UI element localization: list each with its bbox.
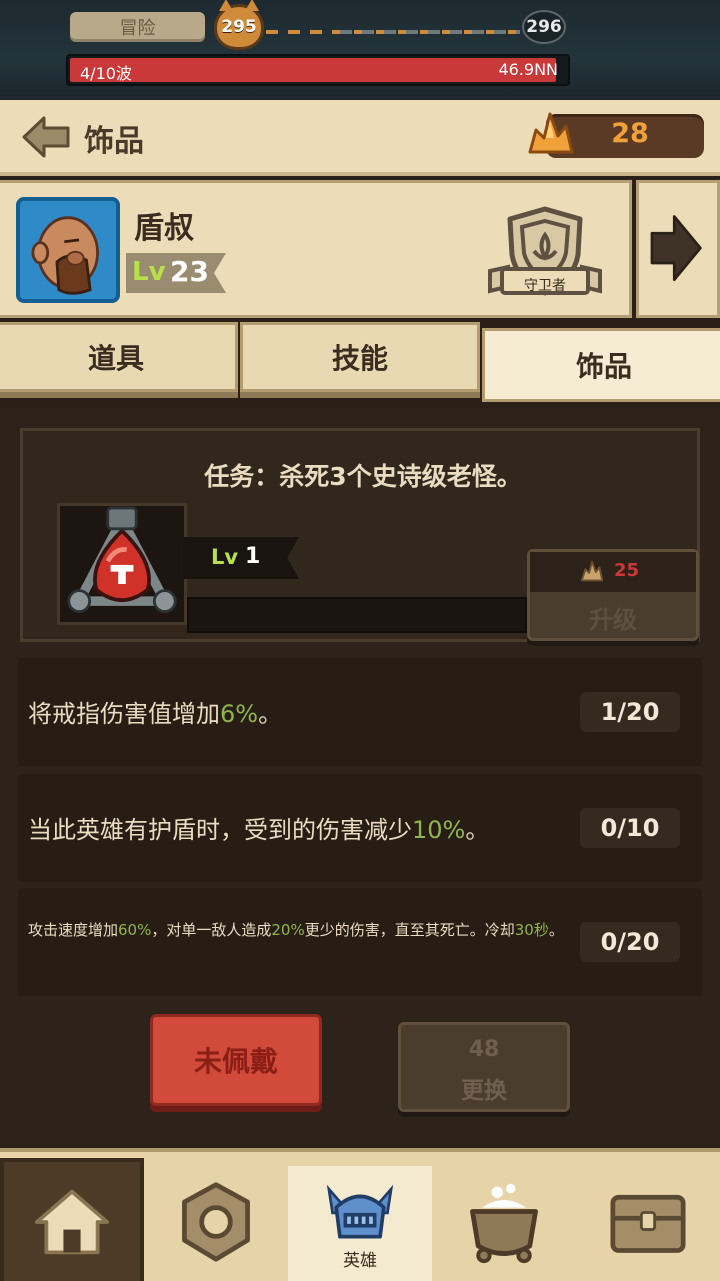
nav-hero-label: 英雄 [343,1251,377,1271]
top-hud: 冒险 295 296 4/10波 46.9NN [0,0,720,100]
perk-count: 1/20 [580,692,680,732]
next-stage-badge: 296 [522,10,566,44]
mission-panel: 任务：杀死3个史诗级老怪。 Lv 1 25 升级 [20,428,700,642]
nav-hero[interactable]: 英雄 [288,1166,432,1281]
mode-tab-adventure[interactable]: 冒险 [70,12,205,42]
bottom-nav: 英雄 [0,1148,720,1281]
perk-count: 0/10 [580,808,680,848]
perk-row: 将戒指伤害值增加6%。 1/20 [18,658,702,766]
perk-text-mid-2: 更少的伤害，直至其死亡。冷却 [304,921,515,939]
trinket-level-label: Lv [211,545,239,569]
perk-text-end: 。 [465,816,490,844]
crystal-count: 28 [611,118,649,149]
perk-description: 当此英雄有护盾时，受到的伤害减少10%。 [28,810,489,845]
tab-skills[interactable]: 技能 [240,322,480,392]
tab-skills-label: 技能 [331,342,388,375]
nav-chest[interactable] [576,1158,720,1281]
upgrade-label: 升级 [589,606,637,634]
change-button[interactable]: 48 更换 [398,1022,570,1112]
enemy-hp-text: 46.9NN [498,60,558,79]
change-label: 更换 [461,1078,507,1104]
next-stage-number: 296 [526,17,562,37]
perk-text: 当此英雄有护盾时，受到的伤害减少 [28,816,412,844]
hero-portrait[interactable] [16,197,120,303]
stage-progress-dashes-remaining [340,30,520,34]
page-title: 饰品 [84,124,144,159]
category-tabs: 道具 技能 饰品 [0,322,720,406]
perk-text: 攻击速度增加 [28,921,119,939]
trinket-icon [67,506,177,613]
perk-row: 攻击速度增加60%，对单一敌人造成20%更少的伤害，直至其死亡。冷却30秒。 0… [18,888,702,996]
perk-description: 将戒指伤害值增加6%。 [28,694,282,729]
tab-items[interactable]: 道具 [0,322,238,392]
wave-bar: 4/10波 46.9NN [66,54,570,86]
perk-text-end: 。 [548,921,564,939]
perk-text-mid: ，对单一敌人造成 [151,921,272,939]
next-arrow-icon [650,215,702,282]
hero-name: 盾叔 [134,211,194,246]
perk-value-3: 30秒 [514,921,549,939]
hero-level-value: 23 [170,255,209,288]
wave-text: 4/10波 [80,64,132,83]
hero-face-icon [20,201,116,299]
trinket-level-ribbon [183,537,299,579]
next-hero-button[interactable] [636,180,720,318]
trinket-xp-bar [187,597,527,633]
perk-description: 攻击速度增加60%，对单一敌人造成20%更少的伤害，直至其死亡。冷却30秒。 [28,920,568,940]
perk-count: 0/20 [580,922,680,962]
mode-label: 冒险 [119,18,156,39]
perk-text-end: 。 [258,700,283,728]
change-cost: 48 [468,1037,500,1062]
perk-value-2: 20% [271,921,305,939]
current-stage-number: 295 [221,17,257,37]
trinket-level-value: 1 [245,544,261,569]
unequip-button[interactable]: 未佩戴 [150,1014,322,1106]
perk-row: 当此英雄有护盾时，受到的伤害减少10%。 0/10 [18,774,702,882]
tab-trinket[interactable]: 饰品 [482,328,720,402]
nav-home[interactable] [0,1158,144,1281]
cauldron-icon [470,1183,538,1263]
crystal-small-icon [580,560,604,582]
gear-icon [182,1181,250,1262]
perk-value: 6% [220,700,259,728]
trinket-content: 任务：杀死3个史诗级老怪。 Lv 1 25 升级 将戒指伤害值增加6%。 1/2… [0,408,720,1148]
upgrade-cost-strip: 25 [530,552,696,592]
chest-icon [610,1194,686,1253]
mission-text: 任务：杀死3个史诗级老怪。 [204,462,522,491]
nav-equipment[interactable] [144,1158,288,1281]
wave-bar-fill [70,58,557,82]
perk-value: 10% [412,816,466,844]
hero-level-label: Lv [132,257,166,287]
upgrade-button[interactable]: 25 升级 [527,549,699,641]
nav-cauldron[interactable] [432,1158,576,1281]
hero-card: 盾叔 Lv 23 守卫者 [0,180,632,318]
back-arrow-icon[interactable] [20,114,72,160]
page-header: 饰品 28 [0,100,720,176]
perk-text: 将戒指伤害值增加 [28,700,220,728]
home-icon [34,1189,110,1254]
unequip-label: 未佩戴 [193,1045,278,1078]
upgrade-cost: 25 [614,560,640,581]
current-stage-badge: 295 [214,0,264,50]
tab-trinket-label: 饰品 [575,350,632,383]
perk-value: 60% [118,921,152,939]
tab-items-label: 道具 [87,342,144,375]
hero-helmet-icon [326,1184,394,1239]
hero-class-label: 守卫者 [524,278,566,294]
trinket-frame[interactable] [57,503,187,625]
